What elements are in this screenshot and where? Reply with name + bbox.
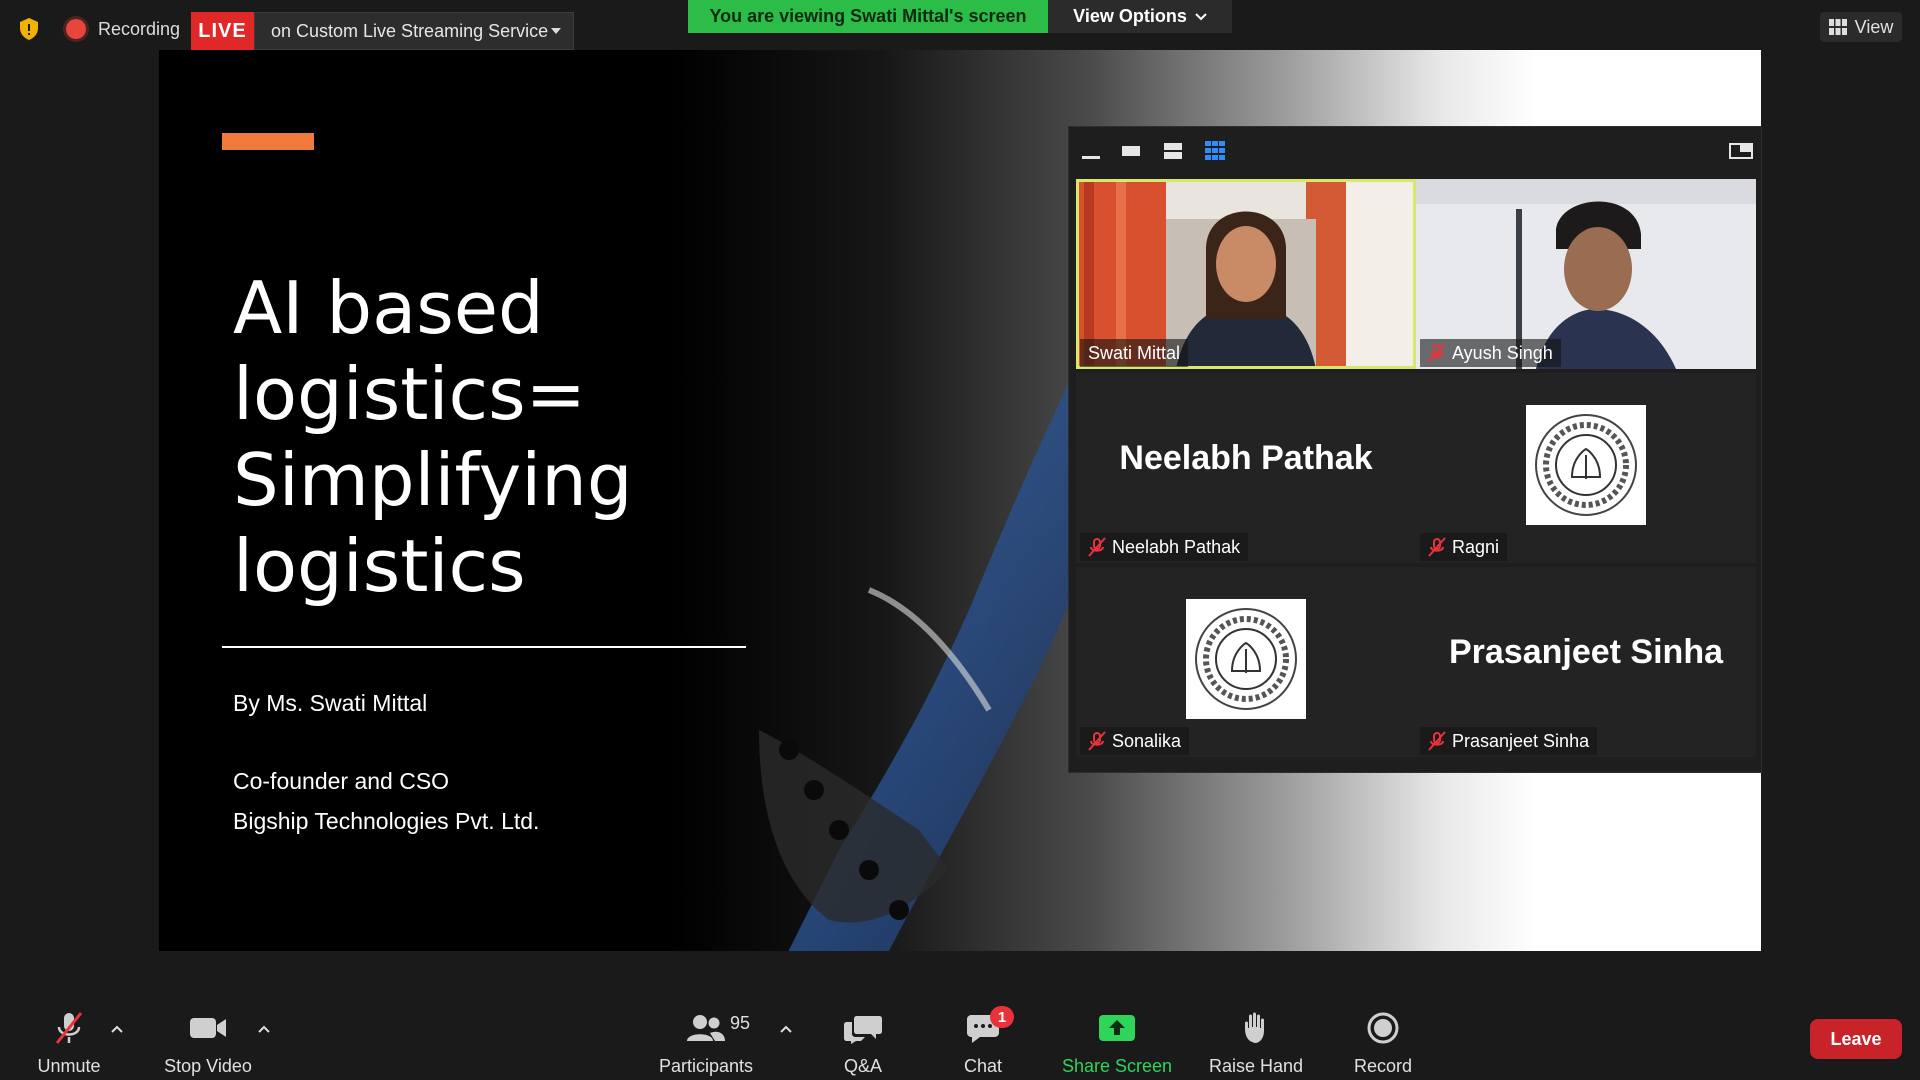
participant-tile[interactable]: Sonalika [1076,567,1416,757]
leave-button[interactable]: Leave [1810,1019,1902,1059]
chat-unread-badge: 1 [990,1006,1014,1028]
muted-microphone-icon [1428,731,1446,751]
view-layout-button[interactable]: View [1820,12,1902,42]
raise-hand-icon [1245,1012,1264,1043]
muted-microphone-icon [55,1012,83,1044]
record-button[interactable]: Record [1343,1010,1423,1077]
participant-tile[interactable]: Neelabh Pathak Neelabh Pathak [1076,373,1416,563]
slide-company: Bigship Technologies Pvt. Ltd. [233,808,540,834]
slide-title-line: Simplifying [233,438,633,522]
muted-microphone-icon [1088,731,1106,751]
minimize-icon[interactable] [1079,140,1103,162]
slide-title-line: logistics= [233,352,586,436]
share-screen-label: Share Screen [1061,1056,1173,1076]
share-screen-icon [1099,1015,1135,1041]
stream-service-label: on Custom Live Streaming Service [271,20,549,41]
participants-options-caret-icon[interactable] [780,1024,792,1034]
live-stream-dropdown[interactable]: on Custom Live Streaming Service [254,12,574,50]
chevron-down-icon [1195,12,1207,20]
grid-view-icon [1828,19,1847,35]
slide-divider [222,646,746,648]
institute-seal-icon [1535,414,1637,516]
speaker-view-icon[interactable] [1119,140,1143,162]
muted-microphone-icon [1428,537,1446,557]
raise-hand-button[interactable]: Raise Hand [1206,1010,1306,1077]
slide-role: Co-founder and CSO [233,768,450,794]
view-options-label: View Options [1073,6,1187,26]
gallery-toolbar [1069,127,1761,177]
avatar [1186,599,1306,719]
meeting-toolbar: Unmute Stop Video Participants 95 Q&A Ch… [0,1000,1920,1080]
slide-title-line: logistics [233,524,526,608]
muted-microphone-icon [1428,343,1446,363]
gallery-grid-icon[interactable] [1203,140,1227,162]
live-badge: LIVE [191,12,254,50]
unmute-label: Unmute [37,1056,101,1076]
participant-name: Prasanjeet Sinha [1452,730,1590,751]
participant-name: Ayush Singh [1452,342,1553,363]
participant-nameplate: Neelabh Pathak [1080,533,1249,561]
view-options-button[interactable]: View Options [1048,0,1232,33]
participant-nameplate: Swati Mittal [1080,339,1189,367]
muted-microphone-icon [1088,537,1106,557]
video-gallery-panel[interactable]: Swati Mittal Ayush Singh Neelabh Pathak [1068,126,1762,773]
participants-icon [687,1015,725,1041]
slide-title-line: AI based [233,266,544,350]
view-label: View [1854,16,1894,37]
exit-gallery-icon[interactable] [1729,140,1753,162]
participant-tile[interactable]: Ragni [1416,373,1756,563]
qa-label: Q&A [843,1056,882,1076]
audio-options-caret-icon[interactable] [111,1024,123,1034]
participant-nameplate: Prasanjeet Sinha [1420,727,1598,755]
security-shield-icon[interactable] [18,17,40,41]
participant-tile[interactable]: Prasanjeet Sinha Prasanjeet Sinha [1416,567,1756,757]
zoom-meeting-window: Recording LIVE on Custom Live Streaming … [0,0,1920,1080]
video-camera-icon [190,1018,226,1038]
recording-label: Recording [98,19,181,39]
participant-nameplate: Ragni [1420,533,1508,561]
stop-video-button[interactable]: Stop Video [160,1010,256,1077]
avatar [1526,405,1646,525]
participant-nameplate: Ayush Singh [1420,339,1561,367]
viewing-screen-banner: You are viewing Swati Mittal's screen [688,0,1048,33]
participant-name: Sonalika [1112,730,1182,751]
slide-title: AI based logistics= Simplifying logistic… [233,265,733,609]
participant-name: Ragni [1452,536,1500,557]
chat-label: Chat [963,1056,1003,1076]
record-label: Record [1353,1056,1413,1076]
share-screen-button[interactable]: Share Screen [1057,1010,1177,1077]
strip-view-icon[interactable] [1161,140,1185,162]
stop-video-label: Stop Video [164,1056,252,1076]
participants-label: Participants [658,1056,754,1076]
participant-tile[interactable]: Swati Mittal [1076,179,1416,369]
participants-count: 95 [730,1013,751,1033]
slide-byline: By Ms. Swati Mittal [233,690,428,716]
qa-button[interactable]: Q&A [833,1010,893,1077]
record-icon [1367,1012,1399,1044]
qa-bubbles-icon [844,1016,882,1044]
raise-hand-label: Raise Hand [1208,1056,1304,1076]
unmute-button[interactable]: Unmute [34,1010,104,1077]
recording-indicator-icon[interactable] [66,19,86,39]
participant-nameplate: Sonalika [1080,727,1190,755]
caret-down-icon [551,28,561,34]
institute-seal-icon [1195,608,1297,710]
slide-accent-bar [222,133,314,150]
participant-tile[interactable]: Ayush Singh [1416,179,1756,369]
video-options-caret-icon[interactable] [258,1024,270,1034]
participant-name: Swati Mittal [1088,342,1181,363]
participant-name: Neelabh Pathak [1112,536,1241,557]
